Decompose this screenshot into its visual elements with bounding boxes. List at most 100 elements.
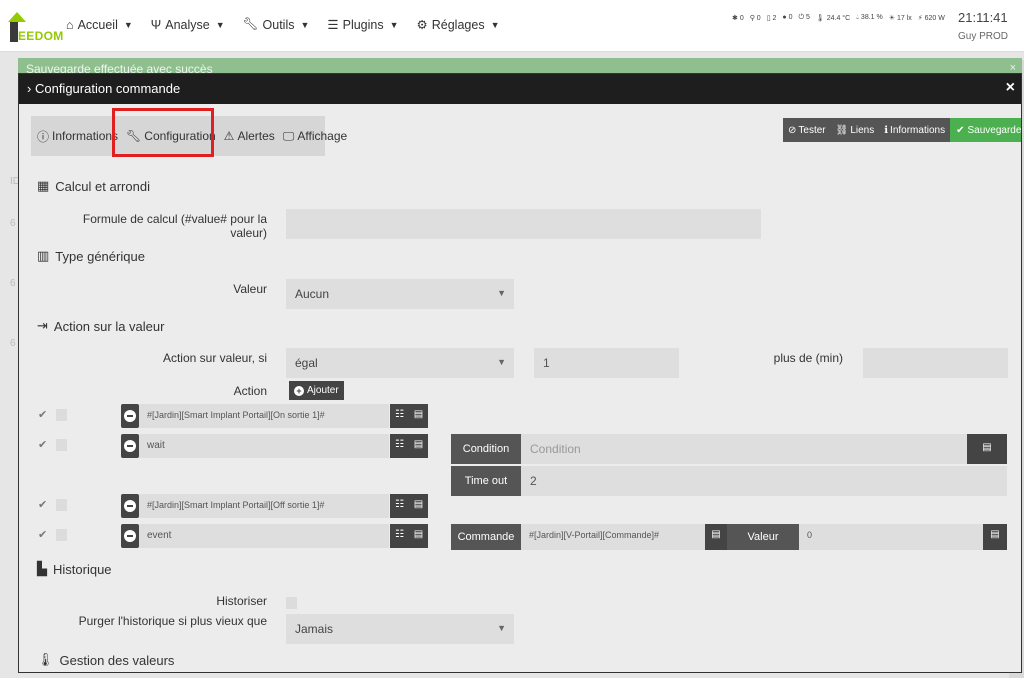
status-temperature-value: 24.4 °C [826, 15, 851, 22]
analyse-icon: Ψ [150, 17, 162, 32]
menu-accueil[interactable]: ⌂ Accueil ▼ [66, 17, 133, 32]
status-humidity[interactable]: 💧︎ 38.1 % [856, 14, 883, 22]
remove-action-button[interactable] [121, 404, 139, 428]
commande-select-icon[interactable]: ▤ [705, 524, 727, 550]
action-command-input[interactable]: #[Jardin][Smart Implant Portail][On sort… [139, 404, 389, 428]
condition-label: Condition [451, 434, 521, 464]
formule-input[interactable] [286, 209, 761, 239]
purge-select[interactable]: Jamais [286, 614, 514, 644]
menu-analyse[interactable]: Ψ Analyse ▼ [151, 17, 225, 32]
status-door[interactable]: ▯ 2 [767, 14, 777, 22]
logo-text: EEDOM [18, 29, 64, 43]
section-calcul: ▦ Calcul et arrondi [37, 178, 150, 194]
menu-plugins-label: Plugins [342, 17, 384, 32]
link-icon: ⛓ [835, 124, 849, 136]
close-icon[interactable]: × [1006, 79, 1015, 97]
list-action-icon[interactable]: ☷ [390, 494, 409, 518]
operateur-select[interactable]: égal [286, 348, 514, 378]
action-enable-checkbox[interactable]: ✔ [38, 498, 49, 511]
remove-action-button[interactable] [121, 524, 139, 548]
historiser-checkbox[interactable] [286, 597, 297, 609]
status-power-value: 620 W [924, 15, 945, 22]
menu-outils[interactable]: 🔧︎ Outils ▼ [243, 17, 310, 32]
select-command-icon[interactable]: ▤ [409, 404, 428, 428]
select-command-icon[interactable]: ▤ [409, 434, 428, 458]
status-humidity-value: 38.1 % [860, 14, 883, 21]
tab-alertes-label: Alertes [237, 129, 275, 143]
timeout-label: Time out [451, 466, 521, 496]
sauvegarder-button[interactable]: ✔ Sauvegarder [950, 118, 1021, 142]
status-power[interactable]: ⚡︎ 620 W [918, 14, 945, 22]
status-person[interactable]: ⚲ 0 [750, 14, 761, 22]
tester-button[interactable]: ⊘ Tester [783, 118, 831, 142]
formule-label: Formule de calcul (#value# pour la valeu… [82, 212, 267, 240]
status-light[interactable]: ● 0 [782, 14, 792, 22]
ajouter-button[interactable]: + Ajouter [289, 381, 344, 400]
list-action-icon[interactable]: ☷ [390, 404, 409, 428]
condition-input[interactable]: Condition [521, 434, 967, 464]
plus-de-input[interactable] [863, 348, 1008, 378]
type-generique-select[interactable]: Aucun [286, 279, 514, 309]
list-action-icon[interactable]: ☷ [390, 434, 409, 458]
configuration-modal: › Configuration commande × ⓘ Informations… [18, 73, 1022, 673]
select-command-icon[interactable]: ▤ [409, 524, 428, 548]
section-type-generique-title: Type générique [55, 248, 145, 264]
section-calcul-title: Calcul et arrondi [55, 178, 150, 194]
menu-plugins[interactable]: ☰ Plugins ▼ [327, 17, 398, 33]
tab-affichage[interactable]: 🖵 Affichage [283, 129, 347, 144]
action-enable-checkbox[interactable]: ✔ [38, 528, 49, 541]
jeedom-logo[interactable]: EEDOM [4, 8, 64, 46]
action-option-checkbox[interactable] [56, 499, 67, 511]
caret-down-icon: ▼ [300, 19, 310, 30]
valeur-event-input[interactable]: 0 [799, 524, 983, 550]
status-light-value: 0 [788, 14, 793, 21]
clock: 21:11:41 [958, 10, 1008, 25]
section-historique: ▙ Historique [37, 561, 112, 577]
informations-button[interactable]: ℹ Informations [879, 118, 951, 142]
background-row: 6 [10, 278, 16, 289]
menu-reglages[interactable]: ⚙ Réglages ▼ [417, 17, 500, 33]
user-name[interactable]: Guy PROD [958, 31, 1008, 42]
tester-button-label: Tester [798, 124, 826, 136]
remove-action-button[interactable] [121, 434, 139, 458]
section-action-valeur: ⇥ Action sur la valeur [37, 318, 164, 334]
status-motion[interactable]: ✱ 0 [732, 14, 744, 22]
home-icon: ⌂ [66, 17, 74, 32]
modal-header[interactable]: › Configuration commande × [19, 74, 1021, 104]
action-enable-checkbox[interactable]: ✔ [38, 408, 49, 421]
valeur-test-input[interactable]: 1 [534, 348, 679, 378]
section-type-generique: ▥ Type générique [37, 248, 145, 264]
liens-button[interactable]: ⛓ Liens [830, 118, 880, 142]
tab-informations-label: Informations [52, 129, 119, 143]
remove-action-button[interactable] [121, 494, 139, 518]
select-command-icon[interactable]: ▤ [409, 494, 428, 518]
plus-de-label: plus de (min) [773, 351, 843, 365]
top-navbar: EEDOM ⌂ Accueil ▼ Ψ Analyse ▼ 🔧︎ Outils ▼ ☰ Plu… [0, 0, 1024, 52]
valeur-event-label: Valeur [727, 524, 799, 550]
timeout-input[interactable]: 2 [521, 466, 1007, 496]
desktop-icon: 🖵 [282, 128, 295, 143]
list-action-icon[interactable]: ☷ [390, 524, 409, 548]
commande-input[interactable]: #[Jardin][V-Portail][Commande]# [521, 524, 705, 550]
action-command-input[interactable]: #[Jardin][Smart Implant Portail][Off sor… [139, 494, 389, 518]
sign-out-icon: ⇥ [37, 318, 48, 333]
commande-label: Commande [451, 524, 521, 550]
condition-select-icon[interactable]: ▤ [967, 434, 1007, 464]
action-option-checkbox[interactable] [56, 529, 67, 541]
tab-informations[interactable]: ⓘ Informations [37, 128, 118, 145]
action-command-input[interactable]: wait [139, 434, 389, 458]
tab-alertes[interactable]: ⚠ Alertes [224, 129, 275, 143]
status-luminosity[interactable]: ☀ 17 lx [889, 14, 912, 22]
status-plug[interactable]: ⏻ 5 [799, 14, 810, 22]
table-icon: ▦ [37, 178, 50, 193]
thermometer-icon: 🌡︎ [37, 652, 54, 667]
plus-icon: + [294, 385, 304, 396]
info-circle-icon: ⓘ [37, 129, 50, 144]
action-command-input[interactable]: event [139, 524, 389, 548]
action-option-checkbox[interactable] [56, 439, 67, 451]
action-option-checkbox[interactable] [56, 409, 67, 421]
valeur-select-icon[interactable]: ▤ [983, 524, 1007, 550]
status-temperature[interactable]: 🌡︎ 24.4 °C [816, 14, 850, 22]
action-enable-checkbox[interactable]: ✔ [38, 438, 49, 451]
tasks-icon: ☰ [327, 18, 339, 32]
